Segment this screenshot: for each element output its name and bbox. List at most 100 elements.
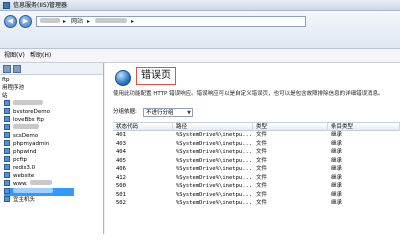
path-cell: %SystemDrive%\inetpu... bbox=[176, 200, 253, 206]
refresh-icon[interactable] bbox=[13, 65, 21, 73]
entry-type-cell: 继承 bbox=[331, 149, 343, 155]
site-icon bbox=[4, 172, 10, 178]
breadcrumb-separator: ▸ bbox=[131, 18, 135, 25]
tree-header-ftp[interactable]: ftp bbox=[2, 76, 10, 84]
site-icon bbox=[4, 188, 10, 194]
table-row[interactable]: 406 %SystemDrive%\inetpu... 文件 继承 bbox=[113, 165, 400, 174]
tree-item-label: phpwind bbox=[13, 149, 37, 155]
table-row[interactable]: 401 %SystemDrive%\inetpu... 文件 继承 bbox=[113, 131, 400, 140]
table-header: 状态代码 路径 类型 条目类型 bbox=[113, 122, 400, 131]
table-row[interactable]: 412 %SystemDrive%\inetpu... 文件 继承 bbox=[113, 174, 400, 183]
connections-toolbar bbox=[0, 63, 103, 75]
breadcrumb[interactable]: ▸ 网站 ▸ ▸ bbox=[36, 16, 306, 27]
tree-item-blurred[interactable] bbox=[4, 100, 43, 108]
table-body: 401 %SystemDrive%\inetpu... 文件 继承 403 %System… bbox=[113, 131, 400, 208]
feature-pane: 错误页 使用此功能配置 HTTP 错误响应。错误响应可以是自定义错误页，也可以是… bbox=[105, 63, 400, 234]
breadcrumb-sites[interactable]: 网站 bbox=[71, 18, 83, 26]
status-code-cell: 502 bbox=[116, 200, 126, 206]
path-cell: %SystemDrive%\inetpu... bbox=[176, 183, 253, 189]
tree-item-label: bvstoreDemo bbox=[13, 109, 50, 115]
address-toolbar: ◀ ▶ ▸ 网站 ▸ ▸ bbox=[0, 11, 400, 49]
chevron-down-icon: ▼ bbox=[187, 110, 191, 116]
column-header-entry-type[interactable]: 条目类型 bbox=[328, 123, 400, 131]
type-cell: 文件 bbox=[256, 200, 268, 206]
breadcrumb-server[interactable] bbox=[40, 18, 60, 26]
path-cell: %SystemDrive%\inetpu... bbox=[176, 191, 253, 198]
column-header-status-code[interactable]: 状态代码 bbox=[113, 123, 173, 131]
error-pages-table: 状态代码 路径 类型 条目类型 401 %SystemDrive%\inetpu.… bbox=[113, 122, 400, 208]
type-cell: 文件 bbox=[256, 157, 268, 164]
table-row[interactable]: 501 %SystemDrive%\inetpu... 文件 继承 bbox=[113, 191, 400, 200]
tree-item-site[interactable]: www. bbox=[4, 180, 52, 188]
tree-item-label: pcftp bbox=[13, 157, 28, 163]
tree-item-label: scsDemo bbox=[13, 133, 39, 139]
tree-item-label: redis3.0 bbox=[13, 165, 36, 171]
menu-bar: 视图(V) 帮助(H) bbox=[0, 49, 400, 63]
tree-header-sites[interactable]: 站 bbox=[2, 92, 8, 100]
tree-item-site[interactable]: 宜主机头 bbox=[4, 196, 35, 204]
table-row[interactable]: 500 %SystemDrive%\inetpu... 文件 继承 bbox=[113, 182, 400, 191]
back-button[interactable]: ◀ bbox=[4, 15, 17, 28]
menu-view[interactable]: 视图(V) bbox=[4, 52, 25, 60]
entry-type-cell: 继承 bbox=[331, 174, 343, 181]
page-title: 错误页 bbox=[136, 67, 176, 85]
group-by-value: 不进行分组 bbox=[146, 110, 174, 116]
type-cell: 文件 bbox=[256, 149, 268, 155]
tree-item-site[interactable]: loveBbs ftp bbox=[4, 116, 44, 124]
breadcrumb-separator: ▸ bbox=[63, 18, 67, 25]
tree-item-label: phpmyadmin bbox=[13, 141, 50, 147]
tree-item-selected-site[interactable] bbox=[4, 188, 74, 196]
group-by-label: 分组依据: bbox=[113, 109, 137, 115]
table-row[interactable]: 502 %SystemDrive%\inetpu... 文件 继承 bbox=[113, 199, 400, 208]
table-row[interactable]: 404 %SystemDrive%\inetpu... 文件 继承 bbox=[113, 148, 400, 157]
entry-type-cell: 继承 bbox=[331, 183, 343, 189]
group-by-select[interactable]: 不进行分组 ▼ bbox=[143, 108, 193, 117]
breadcrumb-separator: ▸ bbox=[87, 18, 91, 25]
tree-item-site[interactable]: bvstoreDemo bbox=[4, 108, 50, 116]
path-cell: %SystemDrive%\inetpu... bbox=[176, 140, 253, 147]
site-icon bbox=[4, 108, 10, 114]
forward-button[interactable]: ▶ bbox=[19, 15, 32, 28]
tree-item-site[interactable]: website bbox=[4, 172, 34, 180]
globe-icon bbox=[115, 70, 131, 86]
tree-item-app-pools[interactable]: 用程序池 bbox=[2, 84, 24, 92]
site-icon bbox=[4, 164, 10, 170]
tree-item-label: website bbox=[13, 173, 35, 179]
tree-item-site[interactable]: redis3.0 bbox=[4, 164, 35, 172]
menu-help[interactable]: 帮助(H) bbox=[30, 52, 51, 60]
site-icon bbox=[4, 132, 10, 138]
column-header-path[interactable]: 路径 bbox=[173, 123, 253, 131]
type-cell: 文件 bbox=[256, 132, 268, 138]
status-bar bbox=[0, 234, 400, 250]
path-cell: %SystemDrive%\inetpu... bbox=[176, 166, 253, 172]
entry-type-cell: 继承 bbox=[331, 191, 343, 198]
table-row[interactable]: 405 %SystemDrive%\inetpu... 文件 继承 bbox=[113, 157, 400, 166]
site-icon bbox=[4, 148, 10, 154]
path-cell: %SystemDrive%\inetpu... bbox=[176, 174, 253, 181]
path-cell: %SystemDrive%\inetpu... bbox=[176, 132, 253, 138]
tree-item-site[interactable]: pcftp bbox=[4, 156, 27, 164]
connect-icon[interactable] bbox=[3, 65, 11, 73]
status-code-cell: 405 bbox=[116, 157, 126, 164]
site-icon bbox=[4, 180, 10, 186]
status-code-cell: 404 bbox=[116, 149, 126, 155]
entry-type-cell: 继承 bbox=[331, 140, 343, 147]
table-row[interactable]: 403 %SystemDrive%\inetpu... 文件 继承 bbox=[113, 140, 400, 149]
iis-app-icon bbox=[3, 2, 10, 9]
title-bar: 信息服务(IIS)管理器 bbox=[0, 0, 400, 11]
tree-item-site[interactable]: phpmyadmin bbox=[4, 140, 49, 148]
path-cell: %SystemDrive%\inetpu... bbox=[176, 149, 253, 155]
entry-type-cell: 继承 bbox=[331, 157, 343, 164]
breadcrumb-site[interactable] bbox=[95, 18, 127, 26]
column-header-type[interactable]: 类型 bbox=[253, 123, 328, 131]
type-cell: 文件 bbox=[256, 174, 268, 181]
connections-pane: ftp 用程序池 站 bvstoreDemo loveBbs ftp scsDe… bbox=[0, 63, 104, 234]
tree-item-blurred[interactable] bbox=[4, 124, 39, 132]
site-icon bbox=[4, 124, 10, 130]
tree-item-site[interactable]: scsDemo bbox=[4, 132, 38, 140]
status-code-cell: 501 bbox=[116, 191, 126, 198]
entry-type-cell: 继承 bbox=[331, 166, 343, 172]
tree-item-label: 宜主机头 bbox=[13, 197, 36, 203]
path-cell: %SystemDrive%\inetpu... bbox=[176, 157, 253, 164]
tree-item-site[interactable]: phpwind bbox=[4, 148, 36, 156]
